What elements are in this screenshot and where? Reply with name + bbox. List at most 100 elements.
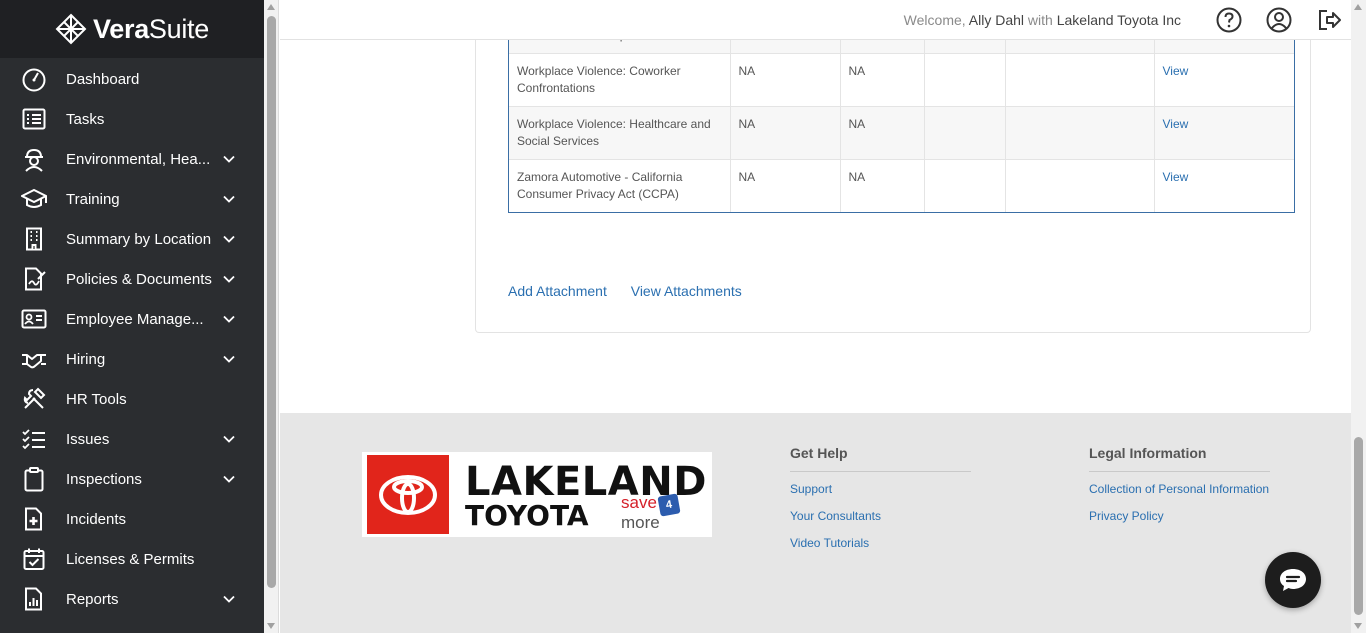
attachment-actions: Add Attachment View Attachments: [508, 283, 762, 299]
status-cell: [924, 53, 1006, 107]
scroll-down-arrow-icon[interactable]: [267, 623, 275, 629]
sidebar-item-label: Issues: [66, 430, 110, 448]
get-help-title: Get Help: [790, 445, 971, 472]
na-cell: NA: [840, 106, 925, 160]
sidebar-item-label: Policies & Documents: [66, 270, 212, 288]
chevron-down-icon: [223, 355, 235, 363]
na-cell: NA: [840, 53, 925, 107]
sidebar-item-tasks[interactable]: Tasks: [0, 99, 264, 139]
page-scrollbar[interactable]: [1351, 0, 1366, 633]
document-sign-icon: [20, 265, 48, 293]
sidebar-item-label: HR Tools: [66, 390, 127, 408]
logout-icon[interactable]: [1315, 6, 1343, 34]
checklist-icon: [20, 425, 48, 453]
privacy-policy-link[interactable]: Privacy Policy: [1089, 508, 1270, 525]
course-name-cell: Zamora Automotive - California Consumer …: [509, 159, 731, 212]
view-attachments-link[interactable]: View Attachments: [631, 283, 742, 299]
video-tutorials-link[interactable]: Video Tutorials: [790, 535, 971, 552]
sidebar-item-label: Incidents: [66, 510, 127, 528]
user-profile-icon[interactable]: [1265, 6, 1293, 34]
view-link[interactable]: View: [1154, 53, 1294, 107]
user-name: Ally Dahl: [968, 11, 1025, 28]
medical-file-icon: [20, 505, 48, 533]
view-link[interactable]: View: [1154, 106, 1294, 160]
clipboard-icon: [20, 465, 48, 493]
top-bar: Welcome, Ally Dahl with Lakeland Toyota …: [280, 0, 1351, 40]
sidebar-item-hr-tools[interactable]: HR Tools: [0, 379, 264, 419]
sidebar-item-inspections[interactable]: Inspections: [0, 459, 264, 499]
scroll-up-arrow-icon[interactable]: [267, 4, 275, 10]
sidebar-item-employee-manage[interactable]: Employee Manage...: [0, 299, 264, 339]
table-row: Workplace Violence: Coworker Confrontati…: [509, 53, 1294, 107]
chevron-down-icon: [223, 595, 235, 603]
get-help-section: Get Help Support Your Consultants Video …: [790, 445, 971, 562]
company-name: Lakeland Toyota Inc: [1056, 11, 1181, 28]
page-scroll-thumb[interactable]: [1354, 437, 1363, 615]
sidebar-item-label: Environmental, Hea...: [66, 150, 211, 168]
brand-name: VeraSuite: [93, 13, 209, 44]
sidebar-item-policies-documents[interactable]: Policies & Documents: [0, 259, 264, 299]
sidebar-scroll-thumb[interactable]: [267, 16, 276, 588]
course-name-cell: Workplace Violence: Coworker Confrontati…: [509, 53, 731, 107]
id-card-icon: [20, 305, 48, 333]
add-attachment-link[interactable]: Add Attachment: [508, 283, 607, 299]
sidebar: VeraSuite Dashboard Tasks Environmental, H…: [0, 0, 264, 633]
legal-info-section: Legal Information Collection of Personal…: [1089, 445, 1270, 535]
graduation-cap-icon: [20, 185, 48, 213]
gauge-icon: [20, 65, 48, 93]
legal-info-title: Legal Information: [1089, 445, 1270, 472]
sidebar-item-summary-by-location[interactable]: Summary by Location: [0, 219, 264, 259]
page-scroll-down-icon[interactable]: [1354, 623, 1362, 629]
support-link[interactable]: Support: [790, 481, 971, 498]
tools-icon: [20, 385, 48, 413]
completion-date-cell: [1005, 106, 1155, 160]
sidebar-item-label: Dashboard: [66, 70, 140, 88]
sidebar-item-label: Reports: [66, 590, 119, 608]
help-icon[interactable]: [1215, 6, 1243, 34]
page-scroll-up-icon[interactable]: [1354, 4, 1362, 10]
chat-button[interactable]: [1265, 552, 1321, 608]
chevron-down-icon: [223, 315, 235, 323]
verasuite-logo-icon: [55, 13, 87, 45]
training-card: What is an EXMod?NANAViewWorkplace Viole…: [475, 0, 1311, 333]
sidebar-item-environmental-hea[interactable]: Environmental, Hea...: [0, 139, 264, 179]
sidebar-item-label: Summary by Location: [66, 230, 212, 248]
sidebar-item-licenses-permits[interactable]: Licenses & Permits: [0, 539, 264, 579]
sidebar-scrollbar[interactable]: [264, 0, 279, 633]
sidebar-item-incidents[interactable]: Incidents: [0, 499, 264, 539]
collection-personal-info-link[interactable]: Collection of Personal Information: [1089, 481, 1270, 498]
status-cell: [924, 159, 1006, 212]
sidebar-item-reports[interactable]: Reports: [0, 579, 264, 619]
building-icon: [20, 225, 48, 253]
na-cell: NA: [840, 159, 925, 212]
your-consultants-link[interactable]: Your Consultants: [790, 508, 971, 525]
chevron-down-icon: [223, 195, 235, 203]
sidebar-item-issues[interactable]: Issues: [0, 419, 264, 459]
course-name-cell: Workplace Violence: Healthcare and Socia…: [509, 106, 731, 160]
status-cell: [924, 106, 1006, 160]
chevron-down-icon: [223, 475, 235, 483]
main-content: Welcome, Ally Dahl with Lakeland Toyota …: [280, 0, 1351, 633]
completion-date-cell: [1005, 53, 1155, 107]
view-link[interactable]: View: [1154, 160, 1294, 213]
sidebar-item-dashboard[interactable]: Dashboard: [0, 59, 264, 99]
chevron-down-icon: [223, 275, 235, 283]
sidebar-item-label: Training: [66, 190, 120, 208]
sidebar-item-label: Inspections: [66, 470, 142, 488]
toyota-emblem-icon: [367, 455, 449, 534]
footer: LAKELAND TOYOTA save 4 more Get Help Supp…: [280, 413, 1351, 633]
list-icon: [20, 105, 48, 133]
sidebar-item-training[interactable]: Training: [0, 179, 264, 219]
na-cell: NA: [730, 53, 841, 107]
chevron-down-icon: [223, 235, 235, 243]
dealer-logo: LAKELAND TOYOTA save 4 more: [362, 452, 712, 537]
worker-hardhat-icon: [20, 145, 48, 173]
report-chart-icon: [20, 585, 48, 613]
chat-bubble-icon: [1280, 569, 1306, 591]
sidebar-item-label: Tasks: [66, 110, 105, 128]
table-row: Zamora Automotive - California Consumer …: [509, 159, 1294, 213]
brand-logo[interactable]: VeraSuite: [0, 0, 264, 58]
handshake-icon: [20, 345, 48, 373]
table-row: Workplace Violence: Healthcare and Socia…: [509, 106, 1294, 160]
sidebar-item-hiring[interactable]: Hiring: [0, 339, 264, 379]
